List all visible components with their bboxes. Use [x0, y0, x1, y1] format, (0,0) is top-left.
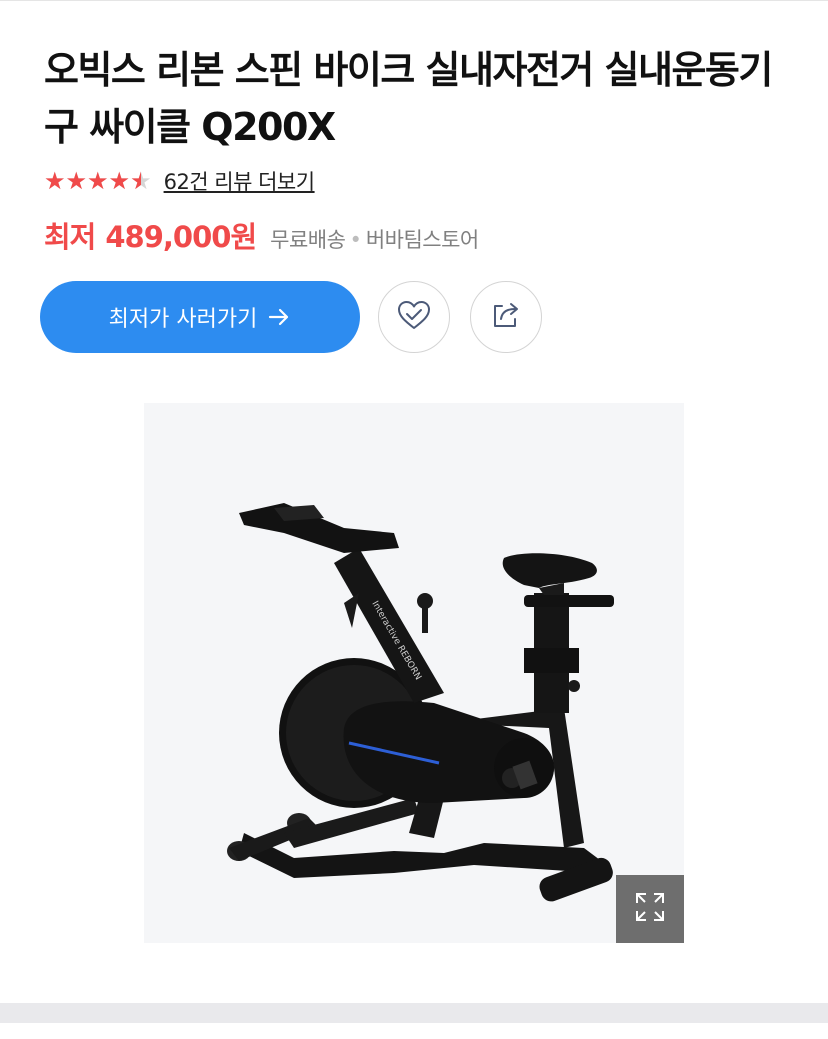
expand-image-button[interactable]: [616, 875, 684, 943]
expand-icon: [634, 891, 666, 927]
shipping-info: 무료배송: [270, 228, 346, 252]
buy-lowest-price-button[interactable]: 최저가 사러가기: [40, 281, 360, 353]
wishlist-button[interactable]: [378, 281, 450, 353]
heart-check-icon: [395, 297, 433, 337]
price-value: 489,000원: [105, 220, 257, 254]
spin-bike-illustration: Interactive REBORN: [227, 503, 614, 902]
review-link[interactable]: 62건 리뷰 더보기: [164, 166, 316, 196]
share-icon: [488, 297, 524, 337]
separator-dot: •: [349, 228, 362, 252]
price-label: 최저: [44, 220, 96, 254]
product-image[interactable]: Interactive REBORN: [144, 403, 684, 943]
arrow-right-icon: [267, 305, 291, 329]
store-name: 버바팀스토어: [365, 228, 479, 252]
star-rating-fill: ★★★★★: [44, 169, 141, 193]
buy-button-label: 최저가 사러가기: [108, 307, 258, 332]
rating-row: ★★★★★ ★★★★★ 62건 리뷰 더보기: [44, 164, 315, 198]
top-divider: [0, 0, 828, 1]
share-button[interactable]: [470, 281, 542, 353]
section-divider: [0, 1003, 828, 1023]
price-row: 최저 489,000원 무료배송 • 버바팀스토어: [44, 214, 479, 260]
product-title: 오빅스 리본 스핀 바이크 실내자전거 실내운동기구 싸이클 Q200X: [44, 48, 773, 149]
star-rating: ★★★★★ ★★★★★: [44, 169, 152, 193]
